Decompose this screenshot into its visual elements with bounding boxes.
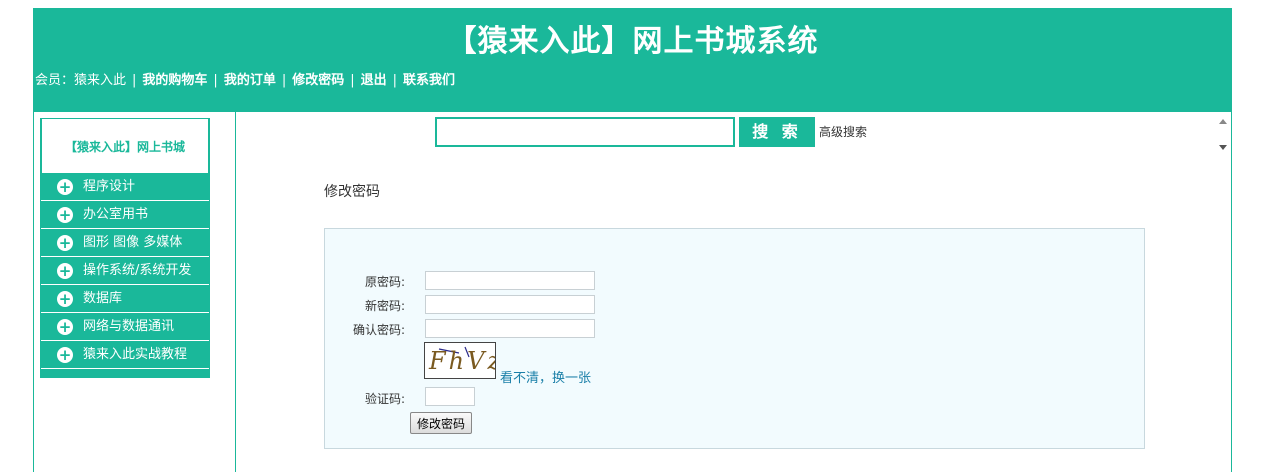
scroll-up-arrow-icon[interactable] <box>1219 119 1227 124</box>
nav-link-change-password[interactable]: 修改密码 <box>292 73 344 88</box>
nav-separator: | <box>281 73 287 88</box>
plus-circle-icon: + <box>57 290 73 308</box>
plus-circle-icon: + <box>57 178 73 196</box>
search-button[interactable]: 搜 索 <box>739 117 815 147</box>
scrollbar[interactable] <box>1215 114 1231 156</box>
advanced-search-link[interactable]: 高级搜索 <box>819 123 867 140</box>
plus-circle-icon: + <box>57 346 73 364</box>
nav-separator: | <box>132 73 137 88</box>
site-header: 【猿来入此】网上书城系统 会员：猿来入此 | 我的购物车 | 我的订单 | 修改密码 | 退出 |… <box>33 8 1232 112</box>
sidebar-item-label: 办公室用书 <box>83 207 149 222</box>
captcha-image[interactable]: FhVz <box>424 342 496 379</box>
sidebar-item-label: 操作系统/系统开发 <box>83 263 192 278</box>
sidebar-item-network[interactable]: + 网络与数据通讯 <box>41 314 209 341</box>
nav-link-logout[interactable]: 退出 <box>361 73 387 88</box>
confirm-password-field[interactable] <box>425 319 595 338</box>
nav-separator: | <box>213 73 218 88</box>
nav-link-cart[interactable]: 我的购物车 <box>142 73 207 88</box>
nav-separator: | <box>392 73 398 88</box>
sidebar-title: 【猿来入此】网上书城 <box>41 118 209 174</box>
sidebar-item-label: 图形 图像 多媒体 <box>83 235 183 250</box>
captcha-field[interactable] <box>425 387 475 406</box>
sidebar-item-tutorials[interactable]: + 猿来入此实战教程 <box>41 342 209 369</box>
plus-circle-icon: + <box>57 234 73 252</box>
sidebar-item-os[interactable]: + 操作系统/系统开发 <box>41 258 209 285</box>
captcha-label: 验证码: <box>364 392 405 406</box>
old-password-label: 原密码: <box>364 275 405 289</box>
nav-link-orders[interactable]: 我的订单 <box>224 73 276 88</box>
scroll-down-arrow-icon[interactable] <box>1219 145 1227 150</box>
sidebar-item-programming[interactable]: + 程序设计 <box>41 174 209 201</box>
new-password-field[interactable] <box>425 295 595 314</box>
plus-circle-icon: + <box>57 206 73 224</box>
plus-circle-icon: + <box>57 318 73 336</box>
sidebar-panel: 【猿来入此】网上书城 + 程序设计 + 办公室用书 + 图形 图像 多媒体 + … <box>40 118 210 378</box>
member-label: 会员：猿来入此 <box>35 73 127 88</box>
sidebar-item-label: 程序设计 <box>83 179 136 194</box>
old-password-field[interactable] <box>425 271 595 290</box>
site-title: 【猿来入此】网上书城系统 <box>446 24 819 59</box>
sidebar-item-label: 猿来入此实战教程 <box>83 347 188 362</box>
nav-separator: | <box>350 73 355 88</box>
sidebar-item-graphics[interactable]: + 图形 图像 多媒体 <box>41 230 209 257</box>
nav-link-contact[interactable]: 联系我们 <box>403 73 455 88</box>
search-input[interactable] <box>435 117 735 147</box>
sidebar-item-office[interactable]: + 办公室用书 <box>41 202 209 229</box>
confirm-password-label: 确认密码: <box>352 323 405 337</box>
new-password-label: 新密码: <box>364 299 405 313</box>
change-password-button[interactable]: 修改密码 <box>410 412 473 434</box>
plus-circle-icon: + <box>57 262 73 280</box>
sidebar-item-label: 数据库 <box>83 291 123 306</box>
captcha-text: FhVz <box>429 347 496 375</box>
sidebar-item-database[interactable]: + 数据库 <box>41 286 209 313</box>
page-heading: 修改密码 <box>324 184 380 200</box>
refresh-captcha-link[interactable]: 看不清，换一张 <box>500 367 591 386</box>
top-nav: 会员：猿来入此 | 我的购物车 | 我的订单 | 修改密码 | 退出 | 联系我们 <box>35 69 455 88</box>
sidebar-column: 【猿来入此】网上书城 + 程序设计 + 办公室用书 + 图形 图像 多媒体 + … <box>34 112 236 472</box>
sidebar-item-label: 网络与数据通讯 <box>83 319 175 334</box>
